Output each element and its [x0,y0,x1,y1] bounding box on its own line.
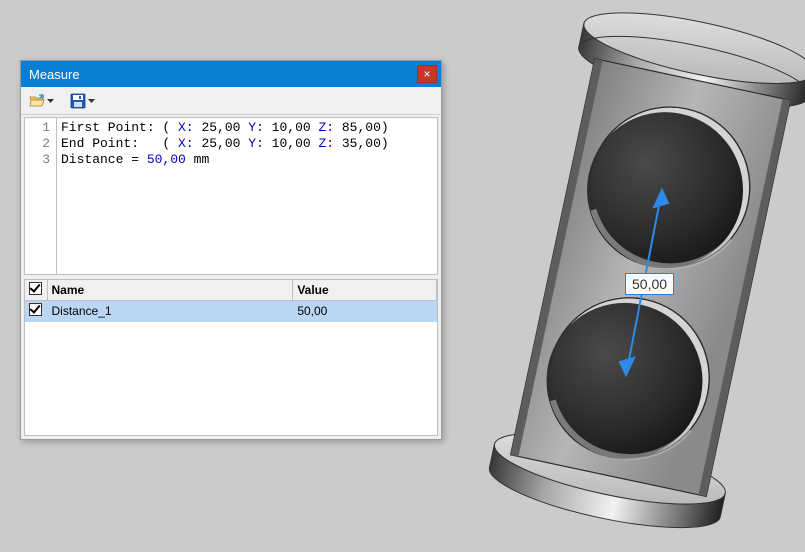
measure-dialog: Measure × 123 First Point: ( X: 25,00 Y:… [20,60,442,440]
results-table-area: Name Value Distance_150,00 [24,279,438,436]
row-value: 50,00 [293,300,437,322]
row-checkbox-cell [25,300,47,322]
toolbar [21,87,441,115]
header-checkbox-col [25,280,47,300]
chevron-down-icon [88,93,95,109]
titlebar[interactable]: Measure × [21,61,441,87]
dimension-label[interactable]: 50,00 [625,273,674,295]
save-icon [70,93,86,109]
header-checkbox[interactable] [29,282,42,295]
code-gutter: 123 [25,118,57,274]
code-content: First Point: ( X: 25,00 Y: 10,00 Z: 85,0… [57,118,437,274]
row-name: Distance_1 [47,300,293,322]
header-value[interactable]: Value [293,280,437,300]
row-checkbox[interactable] [29,303,42,316]
table-row[interactable]: Distance_150,00 [25,300,437,322]
save-button[interactable] [68,91,97,111]
dialog-title: Measure [29,67,417,82]
folder-open-icon [29,93,45,109]
code-area[interactable]: 123 First Point: ( X: 25,00 Y: 10,00 Z: … [24,117,438,275]
results-table: Name Value Distance_150,00 [25,280,437,322]
open-button[interactable] [27,91,56,111]
chevron-down-icon [47,93,54,109]
header-name[interactable]: Name [47,280,293,300]
close-button[interactable]: × [417,65,437,83]
